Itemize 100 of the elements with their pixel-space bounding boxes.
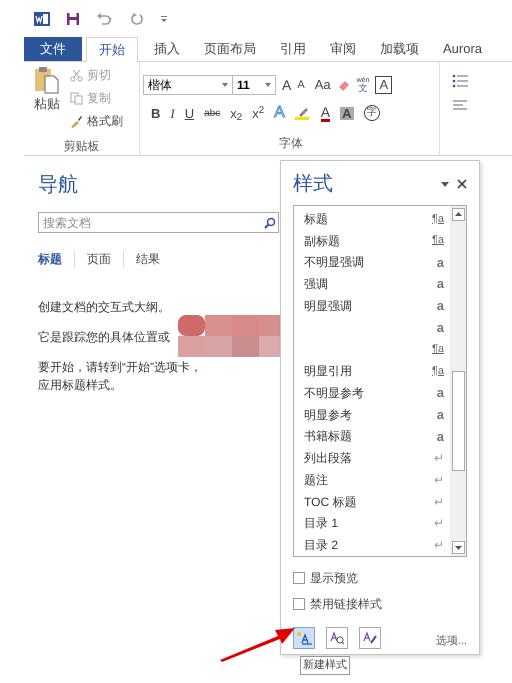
undo-icon[interactable] (96, 12, 114, 26)
style-name: 列出段落 (304, 450, 352, 468)
help-text: 要开始，请转到“开始”选项卡， (38, 359, 203, 376)
style-type-icon: ¶a (432, 362, 444, 380)
style-item[interactable]: 目录 1 ↵ (294, 512, 450, 534)
shrink-font-button[interactable]: A (297, 76, 305, 94)
nav-tab[interactable]: 结果 (123, 250, 172, 268)
group-label: 剪贴板 (62, 138, 100, 155)
checkbox-label: 显示预览 (310, 570, 358, 587)
enclose-characters-button[interactable]: 字 (364, 105, 380, 121)
ribbon-tab[interactable]: 加载项 (368, 37, 431, 61)
help-text: 它是跟踪您的具体位置或 (38, 329, 171, 346)
character-shading-button[interactable]: A (340, 106, 354, 120)
style-item[interactable]: 目录 2 ↵ (294, 534, 450, 556)
style-item[interactable]: 不明显参考 a (294, 382, 450, 404)
manage-styles-icon (362, 631, 378, 645)
style-item[interactable]: 强调 a (294, 273, 450, 295)
grow-font-button[interactable]: A (282, 74, 292, 96)
style-type-icon: a (436, 426, 444, 446)
ribbon-tab[interactable]: Aurora (431, 37, 494, 61)
copy-icon (70, 92, 83, 104)
style-type-icon: a (436, 252, 444, 272)
style-inspector-button[interactable] (326, 627, 348, 649)
style-name: 题注 (304, 472, 328, 489)
underline-button[interactable]: U (184, 106, 194, 120)
nav-tab[interactable]: 标题 (38, 250, 74, 268)
format-painter-button[interactable]: 格式刷 (70, 112, 123, 130)
style-name: 副标题 (304, 232, 340, 250)
style-name: 明显参考 (304, 406, 352, 424)
help-text: 应用标题样式。 (38, 377, 123, 394)
caret-icon (265, 83, 271, 87)
new-style-icon (296, 631, 312, 645)
style-item[interactable]: ¶a (294, 338, 450, 360)
brush-icon (70, 114, 83, 128)
style-item[interactable]: 题注 ↵ (294, 469, 450, 491)
file-tab[interactable]: 文件 (24, 37, 82, 61)
close-icon[interactable] (457, 179, 467, 189)
options-link[interactable]: 选项... (436, 632, 467, 649)
style-item[interactable]: 列出段落 ↵ (294, 447, 450, 469)
ribbon-tab[interactable]: 引用 (268, 37, 318, 61)
style-type-icon: a (436, 404, 444, 424)
ribbon-tab[interactable]: 页面布局 (192, 37, 268, 61)
clipboard-icon (35, 66, 59, 94)
pane-title: 导航 (38, 173, 79, 198)
highlighter-icon[interactable] (294, 106, 311, 120)
style-type-icon: ¶a (432, 210, 444, 228)
style-name: 目录 2 (304, 537, 338, 554)
checkbox-label: 禁用链接样式 (310, 596, 382, 613)
caret-icon[interactable] (441, 182, 449, 186)
style-item[interactable]: 副标题 ¶a (294, 230, 450, 252)
manage-styles-button[interactable] (359, 627, 381, 649)
style-name: 不明显参考 (304, 384, 364, 402)
style-item[interactable]: 明显引用 ¶a (294, 360, 450, 382)
ribbon-tab[interactable]: 审阅 (318, 37, 368, 61)
font-color-button[interactable]: A (320, 104, 330, 122)
checkbox[interactable] (293, 598, 305, 610)
nav-tab[interactable]: 页面 (74, 250, 123, 268)
style-type-icon: ¶a (432, 341, 444, 358)
strikethrough-button[interactable]: abc (204, 106, 220, 120)
style-type-icon: ↵ (434, 470, 444, 489)
subscript-button[interactable]: x$_{2}$ (230, 106, 242, 120)
bullet-list-icon[interactable] (452, 74, 468, 88)
style-type-icon: ↵ (434, 449, 444, 468)
style-item[interactable]: 明显强调 a (294, 295, 450, 317)
character-border-button[interactable]: A (375, 76, 392, 94)
style-item[interactable]: 标题 ¶a (294, 208, 450, 230)
style-name: 明显引用 (304, 363, 352, 380)
superscript-button[interactable]: x$^{2}$ (252, 106, 264, 120)
style-type-icon: ¶a (432, 232, 444, 249)
pane-title: 样式 (293, 172, 333, 197)
style-item[interactable]: a (294, 316, 450, 338)
italic-button[interactable]: I (170, 106, 175, 120)
change-case-button[interactable]: Aa (314, 75, 331, 95)
bold-button[interactable]: B (151, 106, 160, 120)
style-type-icon: a (436, 318, 444, 338)
new-style-button[interactable] (293, 627, 315, 649)
ribbon-tab[interactable]: 插入 (142, 37, 192, 61)
help-text: 创建文档的交互式大纲。 (38, 299, 171, 316)
font-size-dropdown[interactable]: 11 (232, 75, 276, 95)
customize-icon[interactable] (160, 15, 168, 23)
scroll-down-icon[interactable] (452, 541, 464, 554)
style-name: 标题 (304, 210, 328, 228)
ribbon-tab[interactable]: 开始 (86, 37, 138, 62)
style-item[interactable]: 书籍标题 a (294, 426, 450, 448)
style-type-icon: ↵ (434, 492, 444, 511)
style-type-icon: ↵ (434, 514, 444, 532)
redo-icon[interactable] (130, 12, 144, 26)
checkbox[interactable] (293, 572, 305, 584)
style-name: 不明显强调 (304, 254, 364, 272)
style-item[interactable]: TOC 标题 ↵ (294, 490, 450, 512)
tooltip: 新建样式 (300, 656, 350, 674)
word-logo-icon[interactable] (34, 11, 50, 27)
style-item[interactable]: 明显参考 a (294, 404, 450, 426)
scroll-up-icon[interactable] (452, 208, 464, 221)
font-name-dropdown[interactable]: 楷体 (143, 75, 233, 95)
group-label: 字体 (278, 135, 304, 152)
scrollbar-thumb[interactable] (452, 371, 464, 471)
align-left-icon[interactable] (452, 100, 468, 112)
paste-button[interactable]: 粘贴 (32, 66, 62, 137)
style-item[interactable]: 不明显强调 a (294, 252, 450, 274)
